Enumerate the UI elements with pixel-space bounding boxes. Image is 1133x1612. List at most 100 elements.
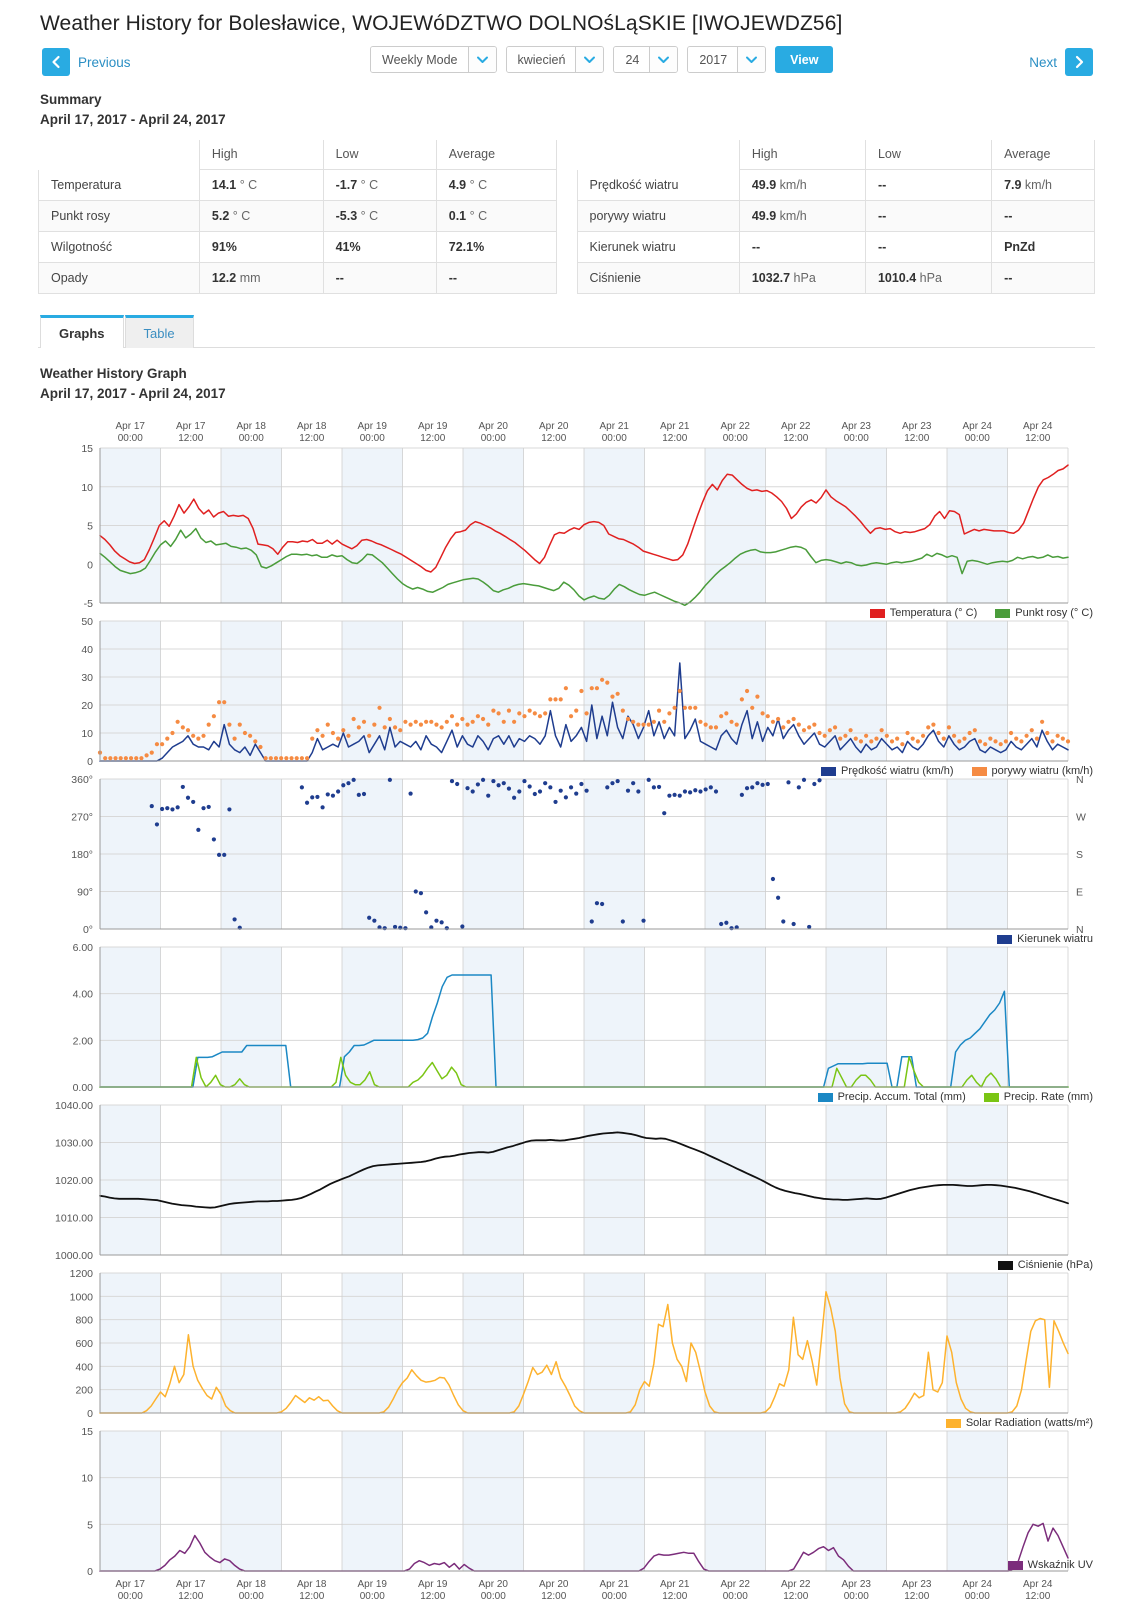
y-tick-label: 1000	[70, 1291, 94, 1303]
data-point	[506, 786, 512, 791]
cell-low: 41%	[322, 231, 437, 263]
unit: km/h	[1021, 178, 1053, 192]
data-point	[134, 756, 139, 761]
cell-average: 0.1 ° C	[435, 200, 557, 232]
column-low: Low	[322, 140, 437, 170]
value: --	[1004, 271, 1013, 285]
y-tick-label: 800	[75, 1315, 93, 1327]
row-label: Punkt rosy	[38, 200, 200, 232]
data-point	[879, 728, 884, 733]
data-point	[1060, 736, 1065, 741]
data-point	[920, 733, 926, 738]
data-point	[289, 756, 294, 761]
x-tick-time: 12:00	[662, 433, 687, 444]
cell-high: --	[738, 231, 866, 263]
data-point	[605, 785, 610, 790]
cell-high: 12.2 mm	[198, 262, 324, 294]
data-point	[579, 781, 584, 787]
y-tick-label: 600	[75, 1338, 93, 1350]
data-point	[211, 714, 216, 719]
data-point	[486, 793, 491, 798]
data-point	[263, 756, 268, 761]
data-point	[625, 788, 631, 793]
x-tick-day: Apr 21	[600, 1579, 630, 1590]
data-point	[610, 694, 615, 699]
data-point	[662, 719, 667, 724]
previous-button[interactable]: Previous	[42, 48, 131, 76]
mode-select[interactable]: Weekly Mode	[370, 46, 497, 73]
x-tick-time: 12:00	[904, 1591, 929, 1602]
data-point	[584, 788, 589, 793]
data-point	[708, 725, 713, 730]
cell-high: 91%	[198, 231, 324, 263]
x-tick-time: 00:00	[239, 1591, 264, 1602]
summary-table-left: High Low Average Temperatura 14.1 ° C -1.7…	[38, 140, 557, 294]
next-button[interactable]: Next	[1029, 48, 1093, 76]
unit: ° C	[229, 209, 251, 223]
data-point	[553, 799, 558, 805]
data-point	[449, 714, 455, 719]
value: --	[877, 209, 887, 223]
data-point	[170, 807, 175, 812]
data-point	[175, 719, 180, 724]
data-point	[268, 756, 273, 761]
unit: mm	[236, 271, 261, 285]
data-point	[206, 804, 211, 810]
data-point	[351, 777, 356, 782]
data-point	[641, 918, 646, 923]
data-point	[387, 716, 392, 722]
data-point	[512, 795, 517, 800]
chart-temperature: -5 0 5 10 15 Apr 17 00:00 Apr 17 12:00 Apr 18 00:0…	[38, 418, 1095, 619]
graph-date-range: April 17, 2017 - April 24, 2017	[40, 386, 226, 401]
y-tick-label: 2.00	[73, 1035, 94, 1047]
chart-svg-solar: 0 200 400 600 800 1000 1200	[70, 1268, 1069, 1419]
data-point	[434, 918, 439, 923]
year-select[interactable]: 2017	[687, 46, 767, 73]
data-point	[796, 722, 801, 727]
month-select[interactable]: kwiecień	[505, 46, 605, 73]
data-point	[760, 782, 765, 787]
column-high: High	[198, 140, 324, 170]
data-point	[336, 789, 341, 794]
x-tick-day: Apr 24	[963, 421, 993, 432]
data-point	[713, 725, 719, 730]
tab-table[interactable]: Table	[124, 315, 194, 348]
data-point	[165, 806, 170, 811]
tab-graphs[interactable]: Graphs	[40, 315, 124, 348]
row-label: Ciśnienie	[576, 262, 740, 294]
data-point	[512, 719, 517, 724]
cell-low: -1.7 ° C	[322, 169, 437, 201]
x-tick-day: Apr 22	[721, 1579, 751, 1590]
legend-item[interactable]: Wskaźnik UV	[1007, 1559, 1093, 1571]
value: 12.2	[211, 271, 237, 285]
data-point	[610, 781, 615, 786]
data-point	[926, 725, 931, 730]
data-point	[506, 708, 512, 713]
y-tick-label: 10	[81, 1473, 93, 1485]
y-tick-label: 1040.00	[55, 1100, 93, 1112]
data-point	[884, 733, 889, 738]
data-point	[998, 742, 1003, 747]
y-tick-label: 1030.00	[55, 1138, 93, 1150]
chart-solar: 0 200 400 600 800 1000 1200 Solar Radiation (wa…	[38, 1261, 1095, 1429]
chart-svg-uv: 051015Apr 1700:00Apr 1712:00Apr 1800:00A…	[81, 1426, 1069, 1602]
data-point	[253, 739, 258, 744]
day-select[interactable]: 24	[613, 46, 679, 73]
x-tick-time: 00:00	[965, 433, 990, 444]
data-point	[237, 722, 242, 727]
summary-table-right-wrap: High Low Average Prędkość wiatru 49.9 km/…	[576, 140, 1096, 294]
data-point	[972, 728, 977, 733]
data-point	[786, 719, 791, 724]
column-high: High	[738, 140, 866, 170]
view-button[interactable]: View	[775, 46, 834, 73]
x-tick-day: Apr 21	[660, 421, 690, 432]
x-tick-time: 12:00	[1025, 433, 1050, 444]
data-point	[1008, 730, 1014, 736]
data-point	[413, 889, 418, 894]
value: PnZd	[1004, 240, 1036, 254]
data-point	[392, 924, 398, 930]
value: --	[877, 240, 887, 254]
data-point	[429, 719, 434, 724]
data-point	[403, 719, 408, 724]
data-point	[439, 725, 444, 730]
